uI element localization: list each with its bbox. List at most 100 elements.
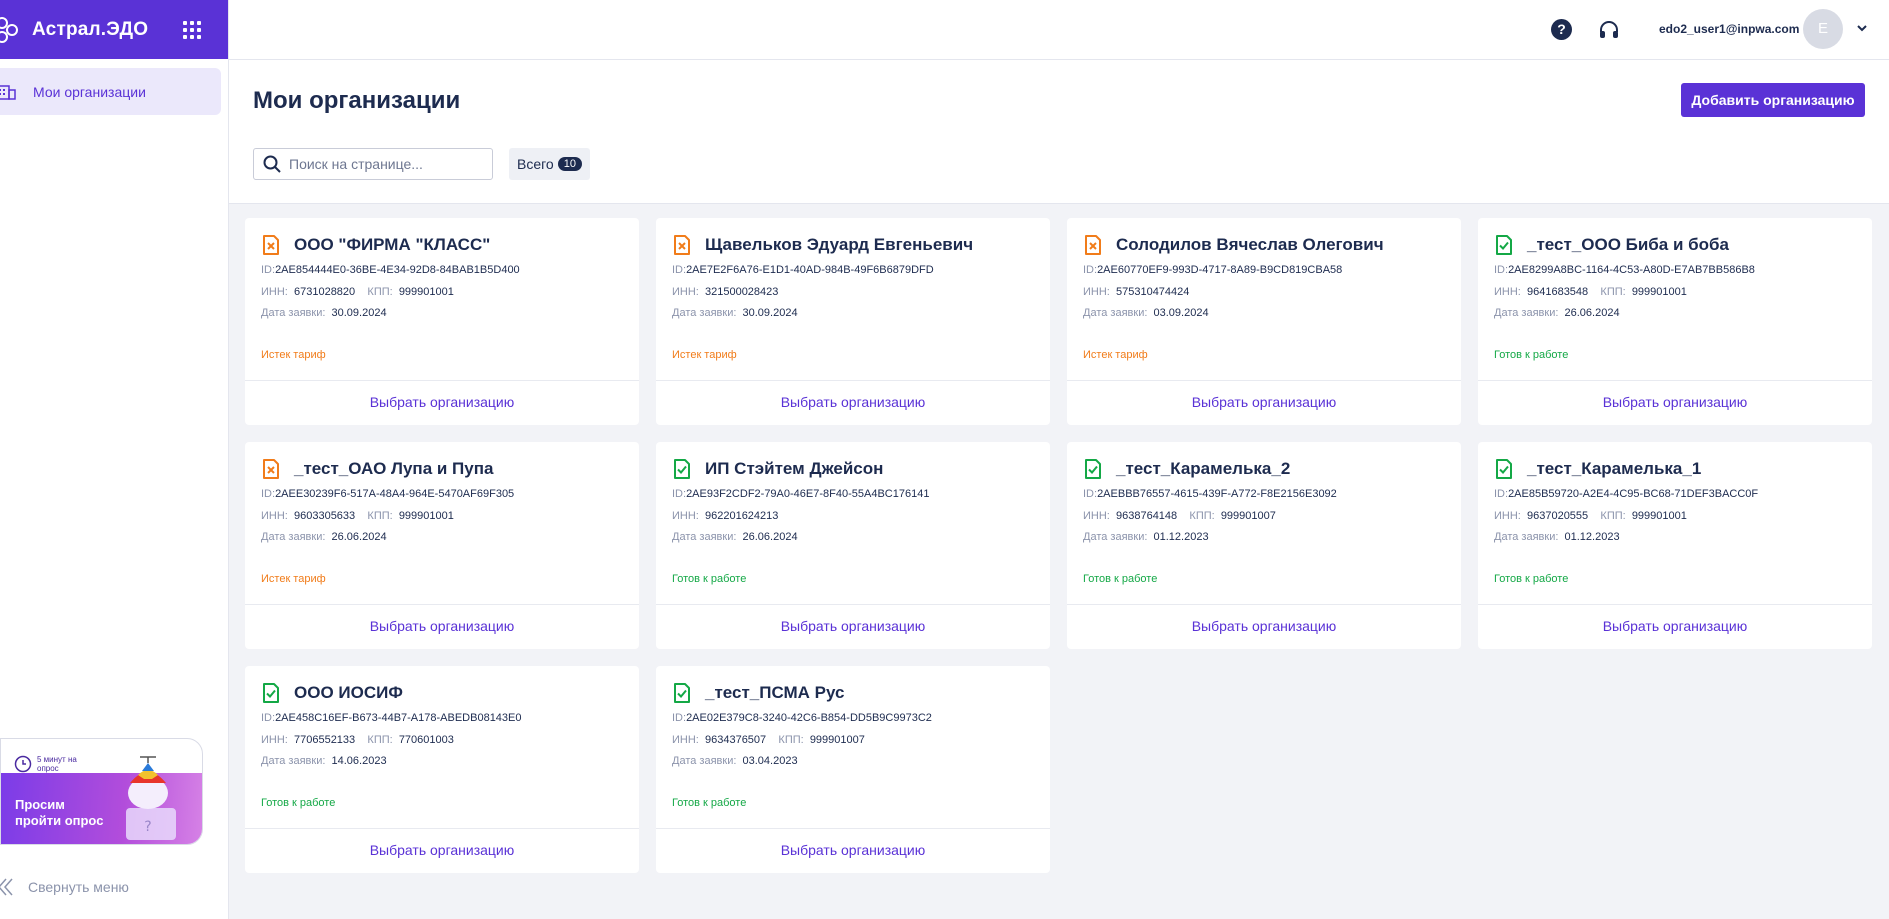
select-organization-button[interactable]: Выбрать организацию bbox=[1067, 394, 1461, 410]
document-ready-icon bbox=[1496, 459, 1512, 479]
application-date-row: Дата заявки: 30.09.2024 bbox=[261, 307, 387, 319]
search-input[interactable] bbox=[289, 156, 479, 172]
card-header: Солодилов Вячеслав Олегович bbox=[1084, 235, 1384, 255]
avatar[interactable]: E bbox=[1803, 9, 1843, 49]
card-divider bbox=[1067, 380, 1461, 381]
organization-inn: 9637020555 bbox=[1526, 510, 1589, 522]
document-expired-icon bbox=[263, 459, 279, 479]
select-organization-button[interactable]: Выбрать организацию bbox=[656, 394, 1050, 410]
card-header: _тест_ОАО Лупа и Пупа bbox=[262, 459, 493, 479]
organization-id-row: ID:2AE458C16EF-B673-44B7-A178-ABEDB08143… bbox=[261, 712, 522, 724]
kpp-group: КПП: 999901001 bbox=[1588, 510, 1687, 522]
organization-inn: 7706552133 bbox=[293, 734, 356, 746]
help-icon[interactable]: ? bbox=[1551, 19, 1572, 40]
inn-label: ИНН: bbox=[261, 510, 288, 522]
select-organization-button[interactable]: Выбрать организацию bbox=[1478, 394, 1872, 410]
sidebar-item-my-organizations[interactable]: Мои организации bbox=[0, 68, 221, 115]
date-label: Дата заявки: bbox=[261, 531, 326, 543]
organization-inn: 962201624213 bbox=[704, 510, 779, 522]
select-organization-button[interactable]: Выбрать организацию bbox=[1478, 618, 1872, 634]
id-label: ID: bbox=[1494, 488, 1509, 500]
select-organization-button[interactable]: Выбрать организацию bbox=[245, 842, 639, 858]
organization-inn: 9603305633 bbox=[293, 510, 356, 522]
inn-label: ИНН: bbox=[1083, 286, 1110, 298]
id-label: ID: bbox=[672, 488, 687, 500]
chevron-down-icon[interactable] bbox=[1857, 23, 1867, 33]
document-expired-icon bbox=[263, 235, 279, 255]
date-label: Дата заявки: bbox=[261, 307, 326, 319]
organization-kpp: 770601003 bbox=[398, 734, 454, 746]
organization-name: ООО "ФИРМА "КЛАСС" bbox=[294, 235, 491, 254]
select-organization-button[interactable]: Выбрать организацию bbox=[656, 842, 1050, 858]
survey-banner[interactable]: 5 минут на опрос Просим пройти опрос ? bbox=[0, 738, 203, 845]
card-divider bbox=[656, 604, 1050, 605]
select-organization-button[interactable]: Выбрать организацию bbox=[245, 394, 639, 410]
organization-kpp: 999901001 bbox=[398, 510, 454, 522]
organization-inn-row: ИНН: 9641683548 КПП: 999901001 bbox=[1494, 286, 1687, 298]
organization-inn-row: ИНН: 575310474424 bbox=[1083, 286, 1189, 298]
card-header: Щавельков Эдуард Евгеньевич bbox=[673, 235, 973, 255]
organization-name: Солодилов Вячеслав Олегович bbox=[1116, 235, 1384, 254]
card-divider bbox=[656, 828, 1050, 829]
organization-id: 2AE8299A8BC-1164-4C53-A80D-E7AB7BB586B8 bbox=[1508, 264, 1755, 276]
svg-text:?: ? bbox=[144, 819, 151, 835]
organization-id: 2AE458C16EF-B673-44B7-A178-ABEDB08143E0 bbox=[275, 712, 522, 724]
organization-kpp: 999901007 bbox=[809, 734, 865, 746]
survey-timer: 5 минут на опрос bbox=[14, 755, 77, 773]
organization-id: 2AE93F2CDF2-79A0-46E7-8F40-55A4BC176141 bbox=[686, 488, 930, 500]
organization-status: Готов к работе bbox=[261, 797, 336, 809]
application-date-row: Дата заявки: 14.06.2023 bbox=[261, 755, 387, 767]
select-organization-button[interactable]: Выбрать организацию bbox=[245, 618, 639, 634]
organization-kpp: 999901001 bbox=[1631, 286, 1687, 298]
collapse-menu-button[interactable]: Свернуть меню bbox=[0, 878, 129, 896]
add-organization-button[interactable]: Добавить организацию bbox=[1681, 83, 1865, 117]
clock-icon bbox=[14, 755, 32, 773]
headset-icon[interactable] bbox=[1598, 19, 1620, 41]
id-label: ID: bbox=[261, 488, 276, 500]
user-email[interactable]: edo2_user1@inpwa.com bbox=[1659, 22, 1799, 36]
document-expired-icon bbox=[674, 235, 690, 255]
application-date-row: Дата заявки: 01.12.2023 bbox=[1494, 531, 1620, 543]
organization-kpp: 999901007 bbox=[1220, 510, 1276, 522]
organization-inn-row: ИНН: 7706552133 КПП: 770601003 bbox=[261, 734, 454, 746]
select-organization-button[interactable]: Выбрать организацию bbox=[1067, 618, 1461, 634]
organization-card: _тест_Карамелька_2 ID:2AEBBB76557-4615-4… bbox=[1067, 442, 1461, 649]
kpp-group: КПП: 999901001 bbox=[355, 286, 453, 298]
astral-logo-icon[interactable] bbox=[0, 13, 20, 47]
organization-inn: 9634376507 bbox=[704, 734, 767, 746]
organization-id: 2AE7E2F6A76-E1D1-40AD-984B-49F6B6879DFD bbox=[686, 264, 934, 276]
total-counter: Всего 10 bbox=[509, 148, 590, 180]
kpp-label: КПП: bbox=[367, 734, 393, 746]
id-label: ID: bbox=[261, 712, 276, 724]
select-organization-button[interactable]: Выбрать организацию bbox=[656, 618, 1050, 634]
organization-inn: 9641683548 bbox=[1526, 286, 1589, 298]
page-header: Мои организации Добавить организацию Все… bbox=[229, 60, 1889, 204]
id-label: ID: bbox=[1494, 264, 1509, 276]
organization-status: Готов к работе bbox=[1494, 573, 1569, 585]
application-date: 14.06.2023 bbox=[331, 755, 387, 767]
id-label: ID: bbox=[1083, 264, 1098, 276]
organization-card: Солодилов Вячеслав Олегович ID:2AE60770E… bbox=[1067, 218, 1461, 425]
organization-card: _тест_ПСМА Рус ID:2AE02E379C8-3240-42C6-… bbox=[656, 666, 1050, 873]
search-box[interactable] bbox=[253, 148, 493, 180]
organization-inn-row: ИНН: 9634376507 КПП: 999901007 bbox=[672, 734, 865, 746]
organization-kpp: 999901001 bbox=[1631, 510, 1687, 522]
card-divider bbox=[245, 380, 639, 381]
brand-bar: Астрал.ЭДО bbox=[0, 0, 228, 59]
inn-label: ИНН: bbox=[672, 510, 699, 522]
organization-id: 2AEBBB76557-4615-439F-A772-F8E2156E3092 bbox=[1097, 488, 1337, 500]
search-icon bbox=[263, 155, 281, 173]
collapse-menu-label: Свернуть меню bbox=[28, 879, 129, 895]
organization-name: _тест_Карамелька_2 bbox=[1116, 459, 1291, 478]
application-date: 30.09.2024 bbox=[331, 307, 387, 319]
kpp-group: КПП: 999901001 bbox=[1588, 286, 1687, 298]
card-header: ООО ИОСИФ bbox=[262, 683, 403, 703]
topbar: ? edo2_user1@inpwa.com E bbox=[229, 0, 1889, 60]
organization-name: _тест_Карамелька_1 bbox=[1527, 459, 1702, 478]
organization-id-row: ID:2AE854444E0-36BE-4E34-92D8-84BAB1B5D4… bbox=[261, 264, 520, 276]
apps-grid-icon[interactable] bbox=[183, 20, 201, 39]
inn-label: ИНН: bbox=[1494, 510, 1521, 522]
organization-id: 2AE854444E0-36BE-4E34-92D8-84BAB1B5D400 bbox=[275, 264, 520, 276]
organization-card: _тест_ОАО Лупа и Пупа ID:2AEE30239F6-517… bbox=[245, 442, 639, 649]
organization-card: _тест_ООО Биба и боба ID:2AE8299A8BC-116… bbox=[1478, 218, 1872, 425]
